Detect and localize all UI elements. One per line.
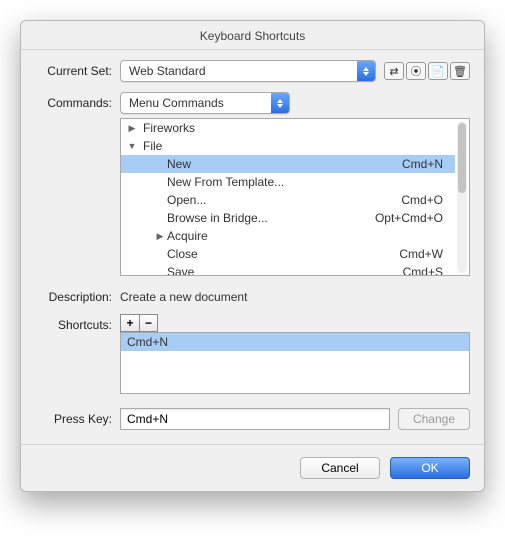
tree-item-shortcut: Cmd+W — [399, 247, 447, 261]
tree-item-name: Save — [167, 265, 403, 276]
shortcuts-list[interactable]: Cmd+N — [120, 332, 470, 394]
tree-row[interactable]: ▶Acquire — [121, 227, 455, 245]
scrollbar[interactable] — [457, 121, 467, 273]
commands-tree[interactable]: ▶Fireworks▼FileNewCmd+NNew From Template… — [120, 118, 470, 276]
tree-row[interactable]: NewCmd+N — [121, 155, 455, 173]
current-set-value: Web Standard — [129, 64, 206, 78]
updown-icon — [357, 61, 375, 81]
updown-icon — [271, 93, 289, 113]
tree-row[interactable]: New From Template... — [121, 173, 455, 191]
tree-row[interactable]: Browse in Bridge...Opt+Cmd+O — [121, 209, 455, 227]
tree-row[interactable]: ▼File — [121, 137, 455, 155]
dialog-title: Keyboard Shortcuts — [21, 21, 484, 50]
tree-row[interactable]: ▶Fireworks — [121, 119, 455, 137]
trash-icon: 🗑 — [453, 65, 467, 78]
commands-label: Commands: — [35, 92, 120, 110]
shortcuts-label: Shortcuts: — [35, 314, 120, 332]
tree-item-name: New — [167, 157, 402, 171]
tree-item-shortcut: Cmd+O — [401, 193, 447, 207]
disclosure-right-icon[interactable]: ▶ — [127, 123, 137, 134]
shortcut-entry[interactable]: Cmd+N — [121, 333, 469, 351]
help-button[interactable]: ⦿ — [406, 62, 426, 80]
rename-icon: ⇄ — [389, 65, 398, 78]
change-button[interactable]: Change — [398, 408, 470, 430]
tree-item-name: Acquire — [167, 229, 443, 243]
export-icon: 📄 — [431, 65, 445, 78]
tree-item-name: Browse in Bridge... — [167, 211, 375, 225]
ok-button[interactable]: OK — [390, 457, 470, 479]
current-set-select[interactable]: Web Standard — [120, 60, 376, 82]
remove-shortcut-button[interactable]: − — [139, 315, 157, 331]
tree-row[interactable]: CloseCmd+W — [121, 245, 455, 263]
tree-item-name: File — [139, 139, 443, 153]
commands-value: Menu Commands — [129, 96, 224, 110]
press-key-input[interactable] — [120, 408, 390, 430]
add-shortcut-button[interactable]: + — [121, 315, 139, 331]
export-button[interactable]: 📄 — [428, 62, 448, 80]
commands-select[interactable]: Menu Commands — [120, 92, 290, 114]
description-label: Description: — [35, 286, 120, 304]
help-icon: ⦿ — [411, 63, 422, 79]
press-key-label: Press Key: — [35, 408, 120, 426]
tree-item-name: Close — [167, 247, 399, 261]
tree-item-name: Fireworks — [139, 121, 443, 135]
scroll-thumb[interactable] — [458, 123, 466, 193]
disclosure-down-icon[interactable]: ▼ — [127, 141, 137, 151]
tree-item-shortcut: Cmd+S — [403, 265, 447, 276]
tree-item-name: Open... — [167, 193, 401, 207]
tree-row[interactable]: SaveCmd+S — [121, 263, 455, 276]
disclosure-right-icon[interactable]: ▶ — [155, 231, 165, 242]
cancel-button[interactable]: Cancel — [300, 457, 380, 479]
tree-item-shortcut: Opt+Cmd+O — [375, 211, 447, 225]
tree-row[interactable]: Open...Cmd+O — [121, 191, 455, 209]
tree-item-shortcut: Cmd+N — [402, 157, 447, 171]
current-set-label: Current Set: — [35, 60, 120, 78]
delete-set-button[interactable]: 🗑 — [450, 62, 470, 80]
rename-set-button[interactable]: ⇄ — [384, 62, 404, 80]
description-text: Create a new document — [120, 286, 247, 304]
keyboard-shortcuts-dialog: Keyboard Shortcuts Current Set: Web Stan… — [20, 20, 485, 492]
tree-item-name: New From Template... — [167, 175, 443, 189]
